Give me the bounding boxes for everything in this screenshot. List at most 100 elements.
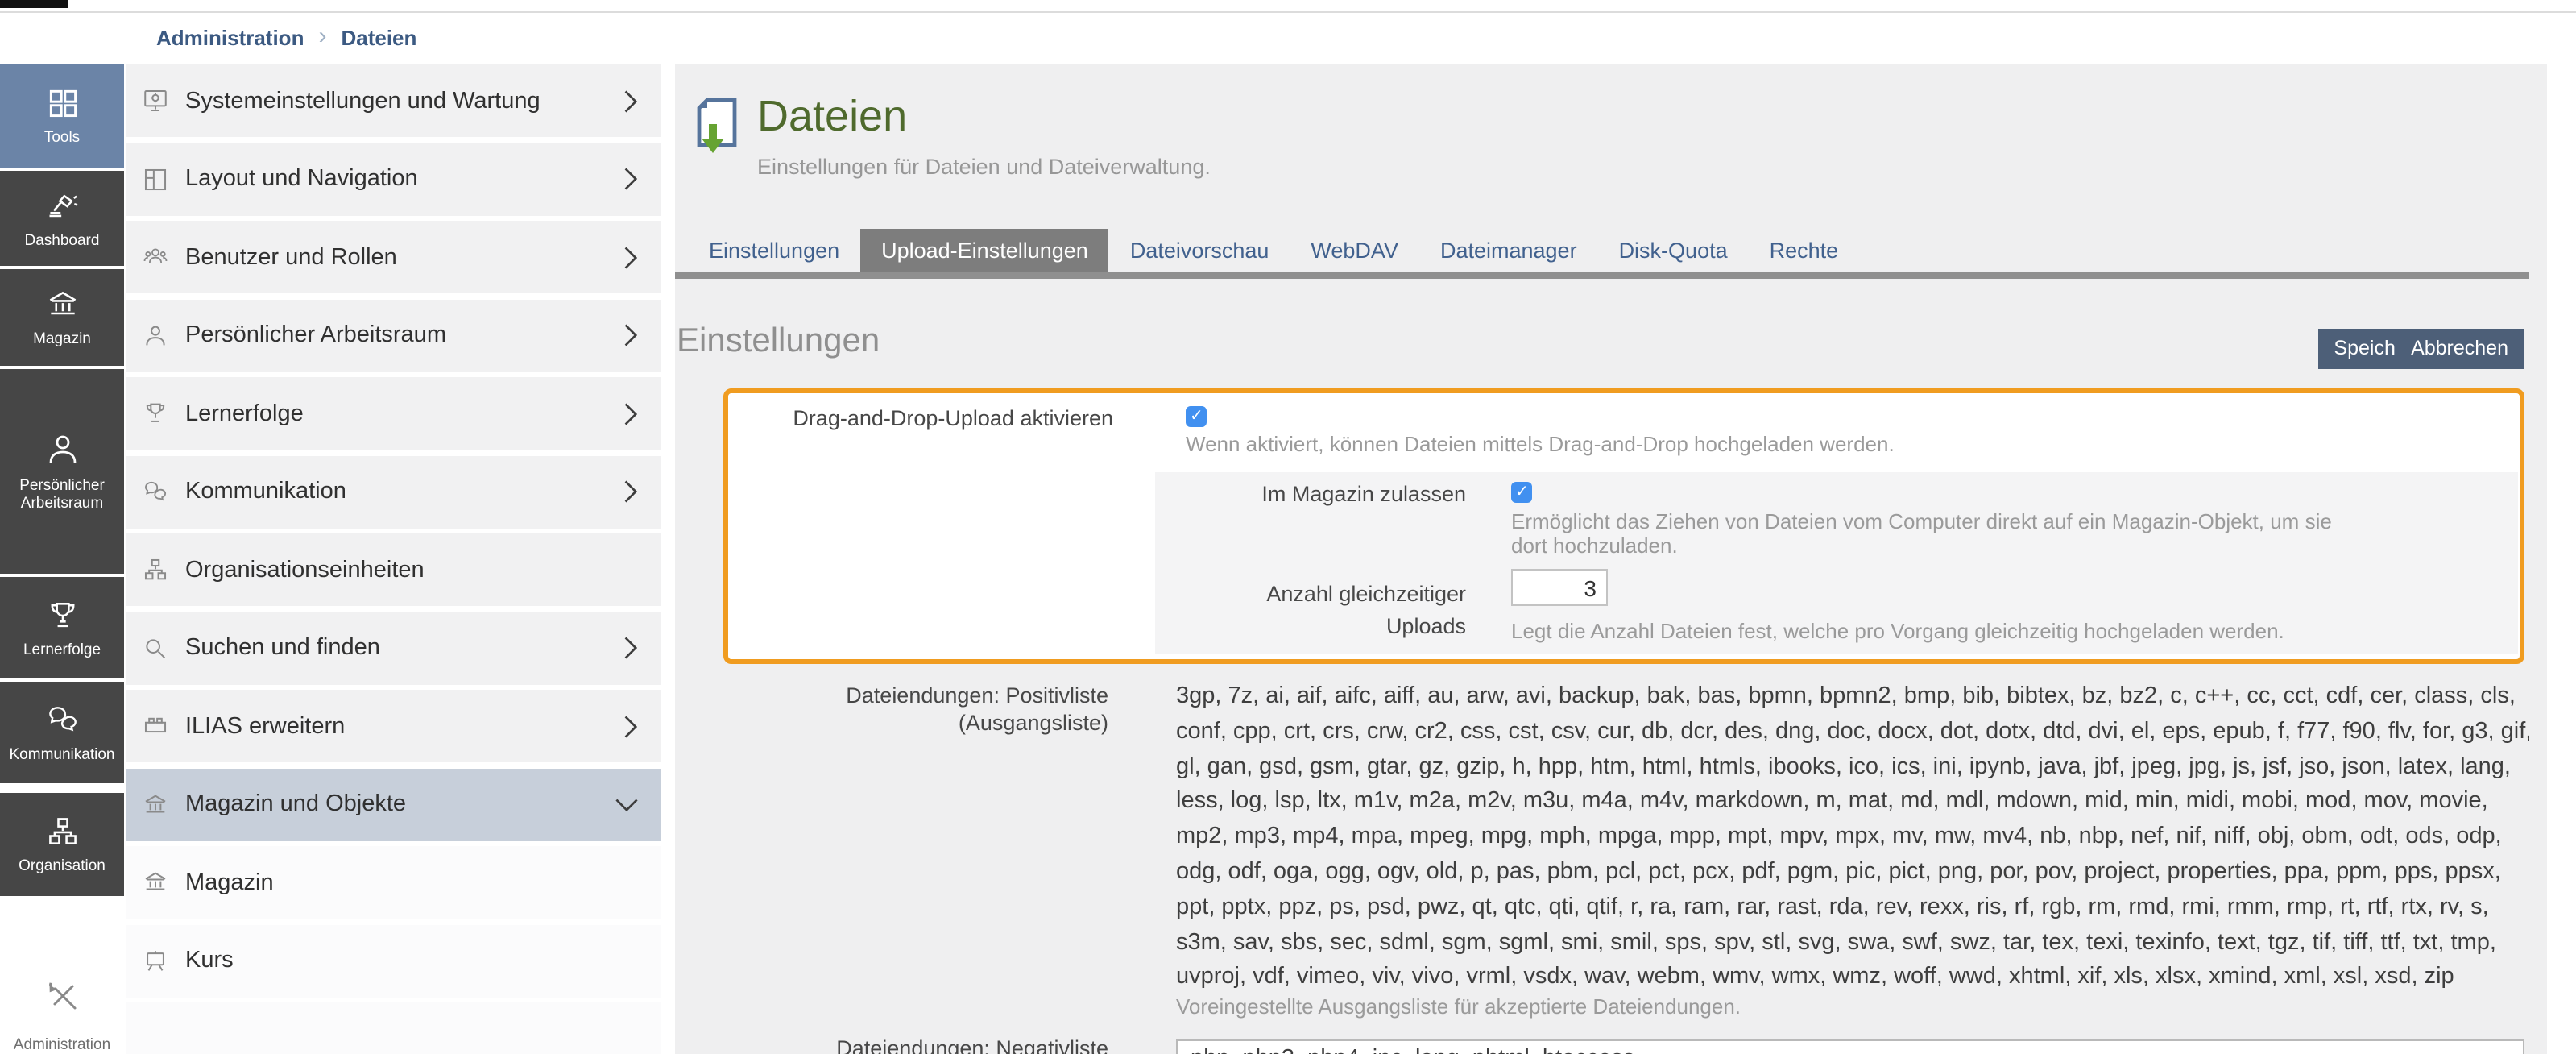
trophy-icon [43,597,81,633]
file-download-icon [693,97,744,169]
menu-item-magazin[interactable]: Magazin [126,846,661,919]
menu-item-systemeinstellungen[interactable]: Systemeinstellungen und Wartung [126,64,661,137]
page-subtitle: Einstellungen für Dateien und Dateiverwa… [757,155,1211,179]
chevron-right-icon [619,633,641,662]
tab-webdav[interactable]: WebDAV [1290,229,1419,272]
brick-icon [142,712,169,740]
rail-item-lernerfolge[interactable]: Lernerfolge [0,577,124,678]
rail-item-tools[interactable]: Tools [0,64,124,168]
rail-item-persoenlicher-arbeitsraum[interactable]: Persönlicher Arbeitsraum [0,369,124,574]
chevron-right-icon [619,712,641,741]
bank-icon [142,790,169,818]
users-icon [142,243,169,271]
menu-item-label: Magazin [185,869,274,895]
main-content: Dateien Einstellungen für Dateien und Da… [675,64,2547,1054]
dragdrop-hint: Wenn aktiviert, können Dateien mittels D… [1186,434,2217,457]
tab-upload-einstellungen[interactable]: Upload-Einstellungen [860,229,1109,272]
chevron-right-icon [619,243,641,272]
chevron-right-icon [619,86,641,115]
breadcrumb-separator-icon: › [318,22,326,49]
breadcrumb: Administration › Dateien [156,23,416,52]
icon-rail: Tools Dashboard Magazin Persönlicher Arb… [0,64,124,1054]
rail-label: Dashboard [22,231,103,249]
menu-item-magazin-und-objekte[interactable]: Magazin und Objekte [126,768,661,840]
ilias-admin-page: Administration › Dateien Tools Dashboard… [0,0,2576,1054]
menu-item-persoenlicher-arbeitsraum[interactable]: Persönlicher Arbeitsraum [126,299,661,371]
menu-item-suchen-finden[interactable]: Suchen und finden [126,612,661,684]
trophy-icon [142,400,169,427]
menu-item-kommunikation[interactable]: Kommunikation [126,455,661,528]
magazin-label: Im Magazin zulassen [1187,480,1466,508]
whitelist-line: mp2, mp3, mp4, mpa, mpeg, mpg, mph, mpga… [1176,820,2529,856]
tab-rechte[interactable]: Rechte [1749,229,1860,272]
rail-label: Magazin [30,330,94,348]
menu-item-organisationseinheiten[interactable]: Organisationseinheiten [126,533,661,606]
top-left-artifact [0,0,68,8]
highlighted-settings-box: Drag-and-Drop-Upload aktivieren Wenn akt… [723,388,2524,664]
layout-icon [142,165,169,193]
tab-bar: Einstellungen Upload-Einstellungen Datei… [688,229,1859,272]
dragdrop-subpanel: Im Magazin zulassen Ermöglicht das Ziehe… [1155,472,2518,654]
menu-item-layout[interactable]: Layout und Navigation [126,143,661,215]
concurrent-uploads-input[interactable] [1511,569,1608,606]
blacklist-textarea[interactable]: php, php3, php4, inc, lang, phtml, htacc… [1176,1039,2524,1054]
menu-item-label: Kommunikation [185,479,346,504]
whitelist-value: 3gp, 7z, ai, aif, aifc, aiff, au, arw, a… [1176,680,2529,996]
bank-icon [142,869,169,896]
rail-label: Lernerfolge [20,641,104,658]
whitelist-label: Dateiendungen: Positivliste (Ausgangslis… [739,682,1108,737]
dragdrop-label: Drag-and-Drop-Upload aktivieren [751,405,1113,432]
breadcrumb-dateien[interactable]: Dateien [341,25,416,49]
magazin-checkbox[interactable] [1511,482,1532,503]
blacklist-label: Dateiendungen: Negativliste [739,1035,1108,1054]
rail-item-kommunikation[interactable]: Kommunikation [0,682,124,783]
chevron-right-icon [619,321,641,350]
menu-item-kurs[interactable]: Kurs [126,924,661,997]
tab-dateivorschau[interactable]: Dateivorschau [1109,229,1290,272]
menu-item-benutzer-rollen[interactable]: Benutzer und Rollen [126,221,661,293]
menu-item-label: Persönlicher Arbeitsraum [185,322,446,348]
lamp-icon [43,188,81,223]
menu-item-lernerfolge[interactable]: Lernerfolge [126,377,661,450]
whitelist-line: gl, gan, gsd, gsm, gtar, gz, gzip, h, hp… [1176,750,2529,786]
whitelist-line: ppt, pptx, ppz, ps, psd, pwz, qt, qtc, q… [1176,891,2529,927]
cancel-button[interactable]: Abbrechen [2395,329,2524,369]
menu-item-label: Systemeinstellungen und Wartung [185,88,540,114]
rail-item-administration[interactable]: Administration [0,903,124,1054]
monitor-gear-icon [142,87,169,114]
search-icon [142,634,169,662]
rail-label: Persönlicher Arbeitsraum [0,477,124,512]
rail-item-organisation[interactable]: Organisation [0,793,124,896]
menu-item-label: ILIAS erweitern [185,713,345,739]
admin-accordion-menu: Systemeinstellungen und Wartung Layout u… [126,64,661,1054]
orgchart-icon [142,556,169,583]
menu-item-label: Organisationseinheiten [185,557,425,583]
dragdrop-checkbox[interactable] [1186,406,1207,427]
whitelist-line: conf, cpp, crt, crs, crw, cr2, css, cst,… [1176,716,2529,751]
rail-item-dashboard[interactable]: Dashboard [0,171,124,266]
whitelist-line: uvproj, vdf, vimeo, viv, vivo, vrml, vsd… [1176,961,2529,996]
menu-item-partial[interactable] [126,1002,661,1054]
tab-einstellungen[interactable]: Einstellungen [688,229,860,272]
concurrent-uploads-hint: Legt die Anzahl Dateien fest, welche pro… [1511,620,2413,644]
concurrent-uploads-label: Anzahl gleichzeitiger Uploads [1216,579,1466,641]
rail-item-magazin[interactable]: Magazin [0,269,124,366]
whitelist-line: s3m, sav, sbs, sec, sdml, sgm, sgml, smi… [1176,926,2529,961]
menu-item-label: Benutzer und Rollen [185,244,397,270]
whitelist-line: 3gp, 7z, ai, aif, aifc, aiff, au, arw, a… [1176,680,2529,716]
chevron-right-icon [619,164,641,193]
menu-item-ilias-erweitern[interactable]: ILIAS erweitern [126,690,661,762]
menu-item-label: Layout und Navigation [185,166,418,192]
chevron-right-icon [619,477,641,506]
tab-dateimanager[interactable]: Dateimanager [1419,229,1598,272]
board-icon [142,947,169,974]
magazin-hint: Ermöglicht das Ziehen von Dateien vom Co… [1511,511,2333,558]
tab-disk-quota[interactable]: Disk-Quota [1598,229,1749,272]
whitelist-hint: Voreingestellte Ausgangsliste für akzept… [1176,996,2143,1019]
breadcrumb-administration[interactable]: Administration [156,25,304,49]
rail-label: Administration [10,1036,114,1054]
chat-icon [43,702,81,737]
orgchart-icon [43,814,81,849]
tab-underline [675,272,2529,279]
menu-item-label: Suchen und finden [185,635,380,661]
